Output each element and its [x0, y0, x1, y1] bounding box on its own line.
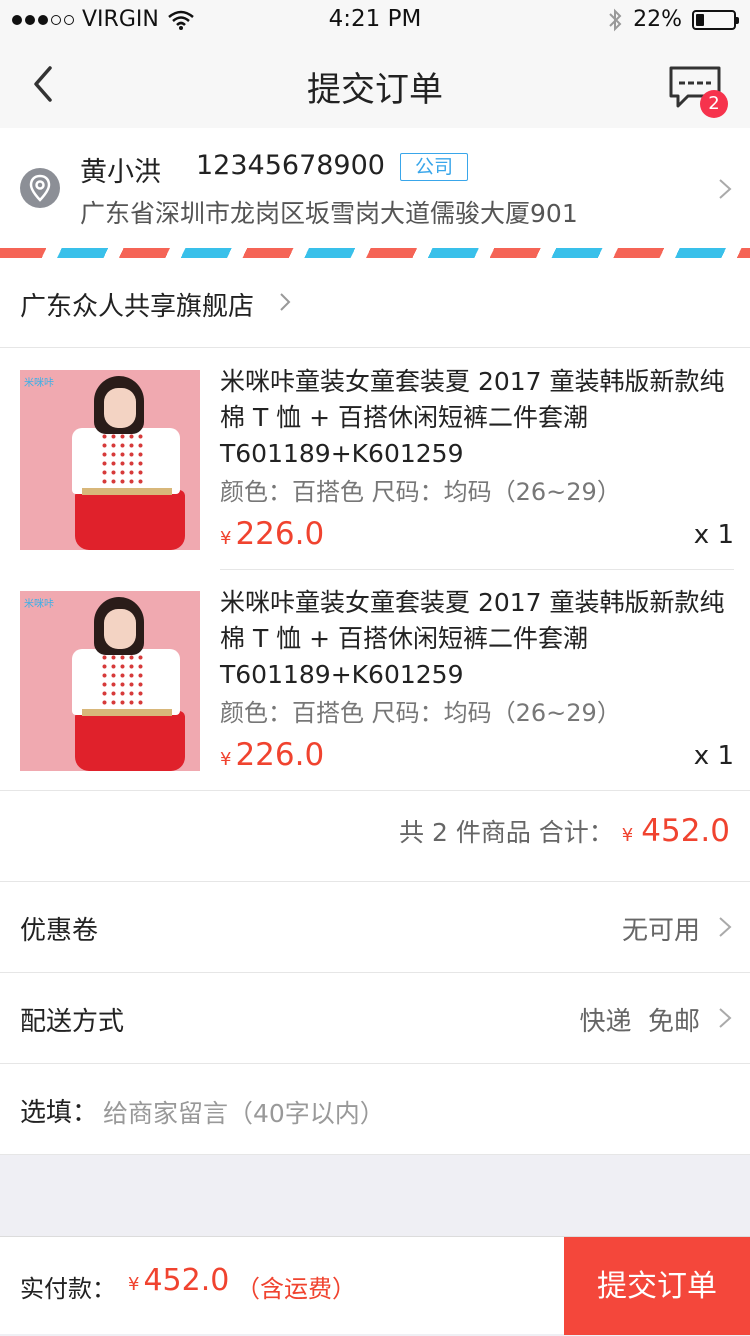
shipping-note: （含运费） [236, 1275, 356, 1303]
pay-amount: ¥452.0 [128, 1263, 229, 1298]
navigation-bar: 提交订单 2 [0, 40, 750, 129]
coupon-value: 无可用 [621, 916, 700, 946]
list-item[interactable]: 米咪咔 米咪咔童装女童套装夏 2017 童装韩版新款纯棉 T 恤 + 百搭休闲短… [0, 569, 750, 789]
chevron-right-icon [719, 1008, 732, 1028]
delivery-value: 快递 免邮 [579, 1007, 700, 1037]
summary-line: 共 2 件商品 合计： ¥452.0 [399, 813, 730, 849]
product-spec: 颜色：百搭色 尺码：均码（26~29） [220, 699, 621, 727]
submit-order-button[interactable]: 提交订单 [564, 1237, 750, 1335]
battery-percent: 22% [633, 7, 682, 32]
bluetooth-icon [609, 8, 622, 31]
product-title: 米咪咔童装女童套装夏 2017 童装韩版新款纯棉 T 恤 + 百搭休闲短裤二件套… [220, 588, 725, 689]
airmail-stripe [0, 248, 750, 258]
pay-value: 452.0 [143, 1263, 230, 1298]
status-bar: VIRGIN 4:21 PM 22% [0, 0, 750, 40]
coupon-label: 优惠卷 [20, 916, 99, 946]
location-pin-icon [20, 168, 60, 208]
price-value: 226.0 [235, 516, 325, 552]
recipient-name: 黄小洪 [80, 157, 161, 188]
chevron-right-icon [280, 293, 291, 311]
product-spec: 颜色：百搭色 尺码：均码（26~29） [220, 478, 621, 506]
price-value: 226.0 [235, 737, 325, 773]
chevron-right-icon [719, 917, 732, 937]
goods-list: 米咪咔 米咪咔童装女童套装夏 2017 童装韩版新款纯棉 T 恤 + 百搭休闲短… [0, 348, 750, 790]
battery-icon [692, 9, 739, 30]
delivery-label: 配送方式 [20, 1007, 125, 1037]
coupon-row[interactable]: 优惠卷 无可用 [0, 882, 750, 973]
product-quantity: x 1 [693, 741, 734, 771]
product-price: ¥226.0 [220, 737, 324, 773]
delivery-row[interactable]: 配送方式 快递 免邮 [0, 973, 750, 1064]
address-card[interactable]: 黄小洪 12345678900 公司 广东省深圳市龙岗区坂雪岗大道儒骏大厦901 [0, 128, 750, 248]
product-image: 米咪咔 [20, 370, 200, 550]
product-image: 米咪咔 [20, 591, 200, 771]
currency-symbol: ¥ [220, 749, 232, 770]
pay-label: 实付款： [20, 1275, 116, 1303]
currency-symbol: ¥ [621, 825, 634, 846]
summary-text: 共 2 件商品 合计： [399, 818, 614, 847]
page-title: 提交订单 [307, 70, 443, 110]
battery-level [696, 13, 704, 26]
shop-name: 广东众人共享旗舰店 [20, 292, 255, 322]
product-price: ¥226.0 [220, 516, 324, 552]
note-row[interactable]: 选填： 给商家留言（40字以内） [0, 1064, 750, 1155]
checkout-bar: 实付款： ¥452.0 （含运费） 提交订单 [0, 1236, 750, 1335]
currency-symbol: ¥ [220, 528, 232, 549]
status-right: 22% [607, 7, 739, 32]
shop-header[interactable]: 广东众人共享旗舰店 [0, 258, 750, 348]
address-detail: 广东省深圳市龙岗区坂雪岗大道儒骏大厦901 [80, 199, 578, 228]
order-summary: 共 2 件商品 合计： ¥452.0 [0, 790, 750, 882]
chevron-right-icon [719, 179, 732, 199]
message-badge: 2 [700, 90, 728, 118]
product-quantity: x 1 [693, 520, 734, 550]
list-item[interactable]: 米咪咔 米咪咔童装女童套装夏 2017 童装韩版新款纯棉 T 恤 + 百搭休闲短… [0, 348, 750, 570]
address-tag: 公司 [400, 153, 469, 181]
note-label: 选填： [20, 1098, 99, 1128]
currency-symbol: ¥ [128, 1274, 140, 1295]
summary-amount: 452.0 [641, 813, 730, 849]
note-input[interactable]: 给商家留言（40字以内） [103, 1094, 385, 1130]
product-title: 米咪咔童装女童套装夏 2017 童装韩版新款纯棉 T 恤 + 百搭休闲短裤二件套… [220, 367, 725, 468]
recipient-phone: 12345678900 [196, 150, 385, 181]
